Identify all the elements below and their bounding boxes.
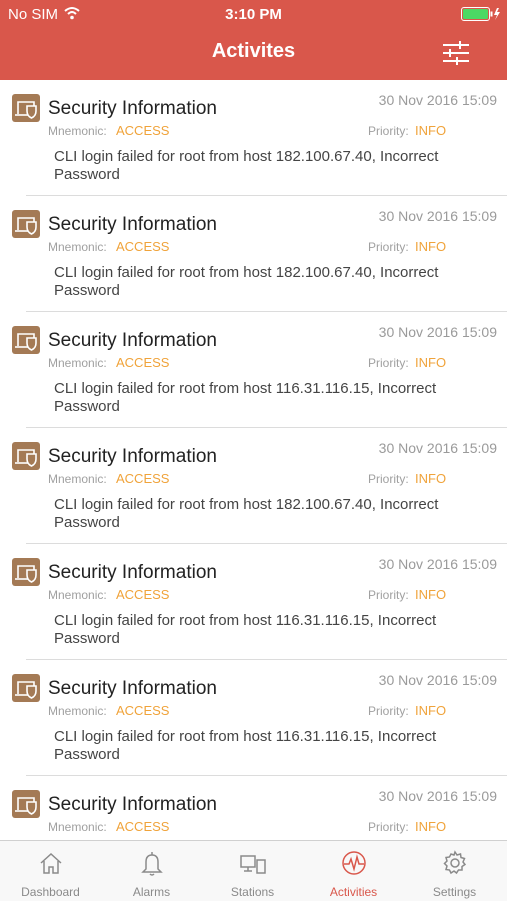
security-icon [12,210,40,238]
activity-message: CLI login failed for root from host 116.… [54,728,437,763]
activity-title: Security Information [48,330,217,351]
priority-label: Priority: [368,588,409,602]
tab-stations[interactable]: Stations [202,841,303,901]
activity-date: 30 Nov 2016 15:09 [378,324,497,340]
mnemonic-label: Mnemonic: [48,356,107,370]
activity-title: Security Information [48,98,217,119]
tab-label: Alarms [132,885,171,899]
activity-message: CLI login failed for root from host 182.… [54,264,439,299]
mnemonic-value: ACCESS [116,587,170,602]
security-icon [12,558,40,586]
activity-message: CLI login failed for root from host 182.… [54,496,439,531]
security-icon [12,442,40,470]
priority-value: INFO [415,703,447,718]
activity-item[interactable]: Security Information 30 Nov 2016 15:09 M… [0,196,507,312]
activity-item[interactable]: Security Information 30 Nov 2016 15:09 M… [0,428,507,544]
mnemonic-value: ACCESS [116,703,170,718]
priority-value: INFO [415,819,447,834]
mnemonic-label: Mnemonic: [48,588,107,602]
activity-date: 30 Nov 2016 15:09 [378,788,497,804]
activity-item[interactable]: Security Information 30 Nov 2016 15:09 M… [0,660,507,776]
activity-title: Security Information [48,678,217,699]
activity-item[interactable]: Security Information 30 Nov 2016 15:09 M… [0,312,507,428]
gear-icon [443,850,467,875]
priority-label: Priority: [368,472,409,486]
priority-value: INFO [415,355,447,370]
mnemonic-label: Mnemonic: [48,704,107,718]
activity-message: CLI login failed for root from host 182.… [54,148,439,183]
security-icon [12,94,40,122]
priority-label: Priority: [368,356,409,370]
security-icon [12,674,40,702]
stations-icon [240,855,266,874]
tab-bar: Dashboard Alarms Stations Activities Set… [0,840,507,901]
tab-label: Settings [432,885,477,899]
mnemonic-value: ACCESS [116,239,170,254]
activity-date: 30 Nov 2016 15:09 [378,440,497,456]
mnemonic-value: ACCESS [116,819,170,834]
mnemonic-value: ACCESS [116,471,170,486]
priority-label: Priority: [368,124,409,138]
sliders-icon [443,41,469,65]
tab-label: Stations [230,885,275,899]
filter-button[interactable] [440,38,472,68]
tab-activities[interactable]: Activities [303,841,404,901]
priority-label: Priority: [368,820,409,834]
battery-icon [461,7,500,21]
home-icon [40,852,62,874]
mnemonic-label: Mnemonic: [48,240,107,254]
tab-label: Activities [329,885,378,899]
tab-label: Dashboard [21,885,80,899]
mnemonic-label: Mnemonic: [48,124,107,138]
activity-date: 30 Nov 2016 15:09 [378,208,497,224]
priority-value: INFO [415,123,447,138]
status-bar: No SIM 3:10 PM [0,0,507,28]
tab-settings[interactable]: Settings [404,841,505,901]
activity-item[interactable]: Security Information 30 Nov 2016 15:09 M… [0,776,507,840]
activity-message: CLI login failed for root from host 116.… [54,380,437,415]
security-icon [12,326,40,354]
mnemonic-label: Mnemonic: [48,472,107,486]
priority-label: Priority: [368,704,409,718]
page-title: Activites [211,40,296,62]
activity-date: 30 Nov 2016 15:09 [378,672,497,688]
app-header: No SIM 3:10 PM Activites [0,0,507,80]
activity-title: Security Information [48,214,217,235]
activity-date: 30 Nov 2016 15:09 [378,92,497,108]
priority-label: Priority: [368,240,409,254]
mnemonic-value: ACCESS [116,123,170,138]
priority-value: INFO [415,471,447,486]
activity-message: CLI login failed for root from host 116.… [54,612,437,647]
activity-date: 30 Nov 2016 15:09 [378,556,497,572]
status-time: 3:10 PM [225,6,282,23]
tab-dashboard[interactable]: Dashboard [0,841,101,901]
activity-title: Security Information [48,794,217,815]
activity-list[interactable]: Security Information 30 Nov 2016 15:09 M… [0,80,507,840]
pulse-icon [342,851,366,875]
mnemonic-label: Mnemonic: [48,820,107,834]
activity-title: Security Information [48,446,217,467]
priority-value: INFO [415,587,447,602]
priority-value: INFO [415,239,447,254]
bell-icon [141,852,163,876]
security-icon [12,790,40,818]
mnemonic-value: ACCESS [116,355,170,370]
activity-item[interactable]: Security Information 30 Nov 2016 15:09 M… [0,544,507,660]
activity-item[interactable]: Security Information 30 Nov 2016 15:09 M… [0,80,507,196]
tab-alarms[interactable]: Alarms [101,841,202,901]
activity-title: Security Information [48,562,217,583]
